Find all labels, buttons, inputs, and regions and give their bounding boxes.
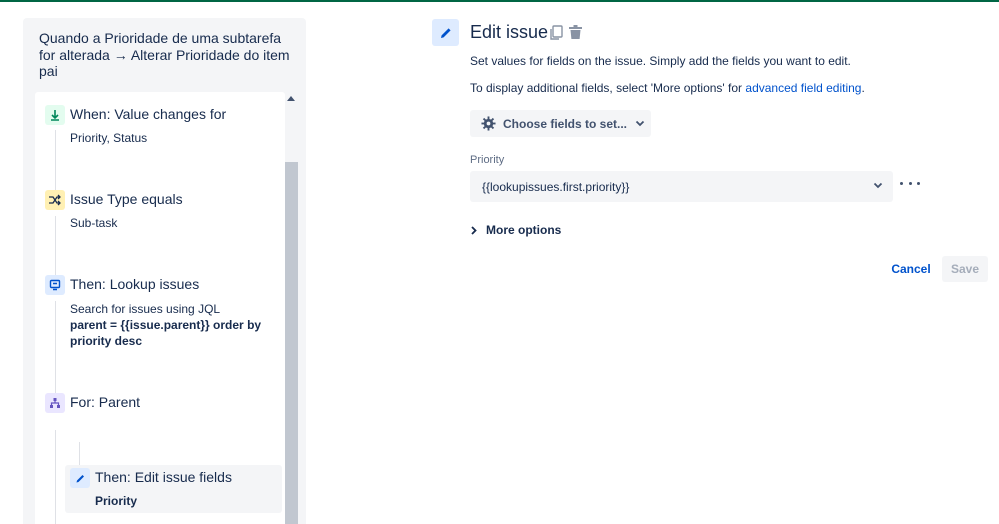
branch-icon — [45, 393, 65, 413]
copy-icon[interactable] — [549, 25, 563, 46]
advanced-field-editing-link[interactable]: advanced field editing — [745, 81, 861, 95]
step-title: Then: Lookup issues — [70, 276, 200, 292]
editor-title: Edit issue — [470, 22, 549, 42]
rule-panel: Quando a Prioridade de uma subtarefa for… — [23, 18, 306, 524]
step-title: Then: Edit issue fields — [95, 469, 232, 485]
steps-scrollbar[interactable] — [284, 92, 298, 524]
priority-select-value: {{lookupissues.first.priority}} — [482, 179, 630, 194]
choose-fields-button[interactable]: Choose fields to set... — [470, 110, 651, 137]
condition-icon — [45, 190, 65, 210]
editor-description-2: To display additional fields, select 'Mo… — [470, 81, 865, 95]
save-button[interactable]: Save — [942, 256, 988, 282]
cancel-button[interactable]: Cancel — [886, 256, 936, 282]
rule-title: Quando a Prioridade de uma subtarefa for… — [39, 30, 290, 79]
dot — [908, 181, 912, 185]
priority-field-label: Priority — [470, 154, 505, 166]
top-accent-bar — [0, 0, 999, 2]
rule-step-edit-selected[interactable]: Then: Edit issue fields Priority — [65, 465, 282, 513]
more-options-label: More options — [486, 223, 562, 237]
scroll-up-arrow-icon[interactable] — [287, 96, 295, 101]
desc-text: To display additional fields, select 'Mo… — [470, 81, 746, 95]
chevron-right-icon — [471, 225, 477, 235]
gear-icon — [481, 116, 496, 131]
priority-select[interactable]: {{lookupissues.first.priority}} — [470, 171, 893, 202]
editor-description: Set values for fields on the issue. Simp… — [470, 54, 851, 68]
connector-line — [55, 301, 56, 401]
desc-text: . — [861, 81, 865, 95]
step-title: For: Parent — [70, 394, 141, 410]
step-subtitle: Search for issues using JQL — [70, 302, 221, 316]
more-actions-icon[interactable] — [900, 176, 920, 190]
rule-steps-list: When: Value changes for Priority, Status… — [35, 92, 285, 524]
step-subtitle: Priority, Status — [70, 131, 148, 145]
dot — [900, 181, 903, 185]
connector-line — [55, 216, 56, 276]
connector-line — [55, 130, 56, 190]
edit-icon — [70, 468, 90, 488]
edit-pencil-icon — [432, 19, 459, 46]
dot — [917, 181, 920, 185]
chevron-down-icon — [635, 120, 645, 127]
lookup-icon — [45, 275, 65, 295]
trigger-icon — [45, 105, 65, 125]
scroll-thumb[interactable] — [285, 162, 298, 524]
step-title: When: Value changes for — [70, 106, 227, 122]
chevron-down-icon — [873, 182, 883, 189]
trash-icon[interactable] — [569, 25, 582, 45]
connector-line — [55, 430, 56, 524]
step-jql-line: priority desc — [70, 334, 143, 348]
step-jql-line: parent = {{issue.parent}} order by — [70, 318, 262, 332]
choose-fields-label: Choose fields to set... — [503, 116, 628, 131]
step-title: Issue Type equals — [70, 191, 183, 207]
step-subtitle: Sub-task — [70, 216, 118, 230]
more-options-toggle[interactable]: More options — [471, 223, 561, 237]
step-subtitle: Priority — [95, 494, 138, 508]
